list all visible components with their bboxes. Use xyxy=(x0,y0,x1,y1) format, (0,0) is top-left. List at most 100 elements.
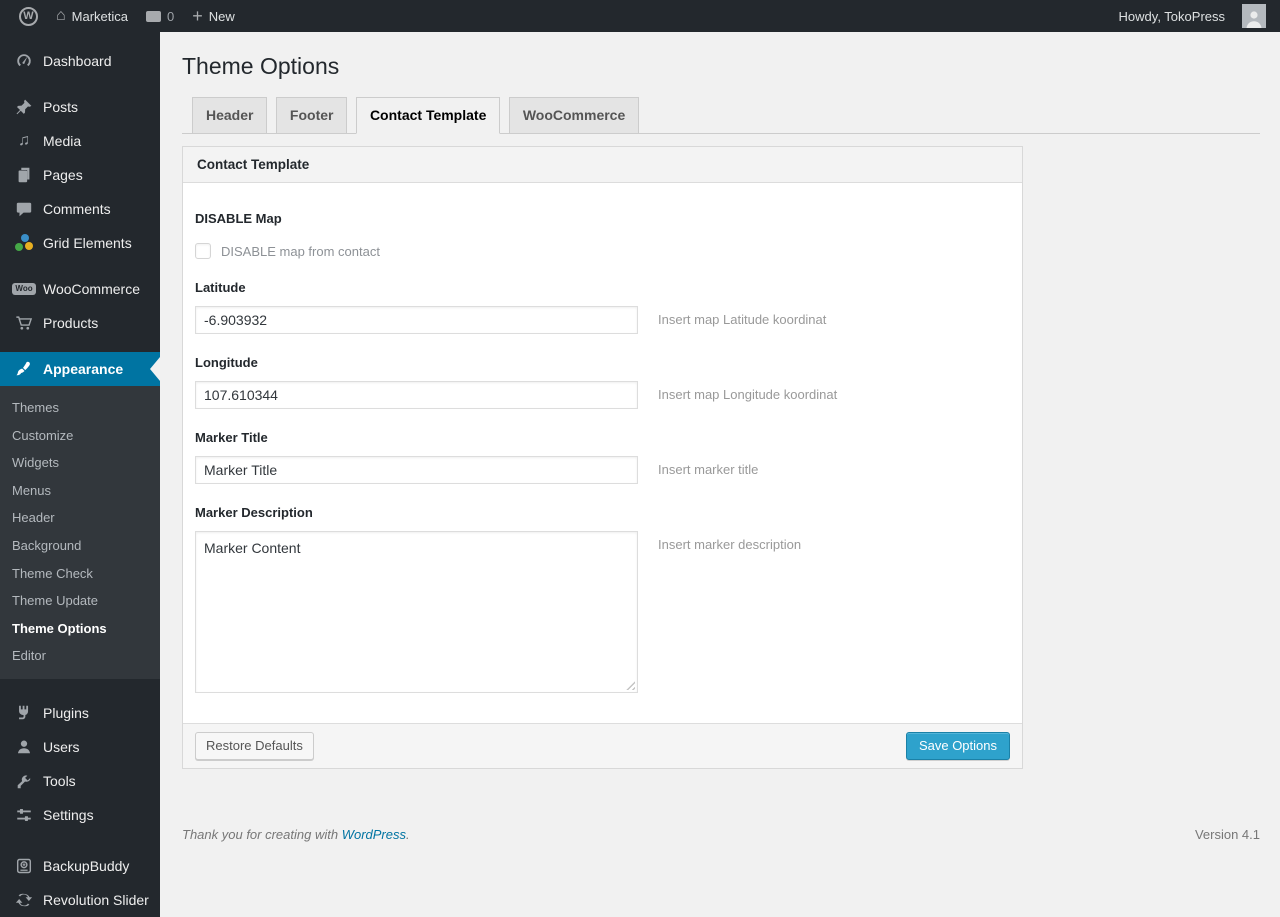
sidebar-item-media[interactable]: ♫ Media xyxy=(0,124,160,158)
field-marker-description: Marker Description Marker Content Insert… xyxy=(195,484,1008,694)
tab-contact-template[interactable]: Contact Template xyxy=(355,96,501,135)
submenu-item-themes[interactable]: Themes xyxy=(0,394,160,422)
gauge-icon xyxy=(14,51,34,71)
footer-version: Version 4.1 xyxy=(1194,827,1260,843)
tab-woocommerce[interactable]: WooCommerce xyxy=(508,96,640,135)
sidebar-item-products[interactable]: Products xyxy=(0,306,160,340)
admin-bar: W ⌂ Marketica 0 + New Howdy, TokoPress xyxy=(0,0,1280,32)
new-label: New xyxy=(208,8,235,24)
sidebar-item-dashboard[interactable]: Dashboard xyxy=(0,44,160,78)
new-content-menu[interactable]: + New xyxy=(183,0,244,32)
pin-icon xyxy=(14,97,34,117)
sidebar-item-grid-elements[interactable]: Grid Elements xyxy=(0,226,160,260)
sidebar-item-label: Grid Elements xyxy=(43,235,132,251)
sidebar-item-label: Settings xyxy=(43,806,94,823)
person-icon xyxy=(1246,11,1262,28)
sidebar-item-plugins[interactable]: Plugins xyxy=(0,696,160,730)
marker-title-hint: Insert marker title xyxy=(658,462,759,478)
field-label-latitude: Latitude xyxy=(195,280,246,296)
submenu-item-theme-update[interactable]: Theme Update xyxy=(0,587,160,615)
field-label-marker-title: Marker Title xyxy=(195,430,268,446)
pages-icon xyxy=(14,165,34,185)
woocommerce-badge-icon: Woo xyxy=(12,279,36,299)
sidebar-item-appearance[interactable]: Appearance xyxy=(0,352,160,386)
submenu-item-theme-options[interactable]: Theme Options xyxy=(0,615,160,643)
wordpress-link[interactable]: WordPress xyxy=(342,827,406,842)
page-title: Theme Options xyxy=(182,53,340,79)
grid-elements-icon xyxy=(14,233,34,253)
submenu-item-menus[interactable]: Menus xyxy=(0,477,160,505)
user-icon xyxy=(14,737,34,757)
sliders-icon xyxy=(14,805,34,825)
wrench-icon xyxy=(14,771,34,791)
submenu-item-editor[interactable]: Editor xyxy=(0,642,160,670)
comment-bubble-icon xyxy=(14,199,34,219)
field-disable-map: DISABLE Map DISABLE map from contact xyxy=(195,195,1008,260)
sidebar-item-label: BackupBuddy xyxy=(43,857,130,874)
comments-menu[interactable]: 0 xyxy=(137,0,183,32)
sidebar-item-woocommerce[interactable]: Woo WooCommerce xyxy=(0,272,160,306)
latitude-input[interactable] xyxy=(195,306,638,335)
latitude-hint: Insert map Latitude koordinat xyxy=(658,312,827,328)
sidebar-item-settings[interactable]: Settings xyxy=(0,798,160,832)
tab-footer[interactable]: Footer xyxy=(275,96,348,135)
site-name-menu[interactable]: ⌂ Marketica xyxy=(47,0,137,32)
sidebar-item-backupbuddy[interactable]: BackupBuddy xyxy=(0,849,160,883)
sidebar-item-users[interactable]: Users xyxy=(0,730,160,764)
site-name-label: Marketica xyxy=(71,8,129,24)
longitude-input[interactable] xyxy=(195,381,638,410)
tab-bar: Header Footer Contact Template WooCommer… xyxy=(182,96,1260,135)
save-options-button[interactable]: Save Options xyxy=(905,732,1010,761)
sidebar-item-label: Comments xyxy=(43,201,111,217)
sidebar-item-comments[interactable]: Comments xyxy=(0,192,160,226)
submenu-item-customize[interactable]: Customize xyxy=(0,422,160,450)
field-label-marker-description: Marker Description xyxy=(195,505,313,521)
marker-description-hint: Insert marker description xyxy=(658,537,802,553)
submenu-item-theme-check[interactable]: Theme Check xyxy=(0,560,160,588)
field-latitude: Latitude Insert map Latitude koordinat xyxy=(195,259,1008,335)
avatar[interactable] xyxy=(1242,4,1266,28)
home-icon: ⌂ xyxy=(56,7,66,24)
marker-title-input[interactable] xyxy=(195,456,638,485)
wordpress-logo-icon: W xyxy=(19,6,38,26)
sidebar-item-label: Appearance xyxy=(43,361,124,377)
music-note-icon: ♫ xyxy=(18,132,30,149)
cart-icon xyxy=(14,313,34,333)
admin-sidebar: Dashboard Posts ♫ Media Pages Comments G… xyxy=(0,32,160,917)
submenu-item-background[interactable]: Background xyxy=(0,532,160,560)
main-content: Theme Options Header Footer Contact Temp… xyxy=(160,0,1280,917)
sidebar-item-pages[interactable]: Pages xyxy=(0,158,160,192)
backup-disk-icon xyxy=(14,856,34,876)
paintbrush-icon xyxy=(14,359,34,379)
sidebar-item-label: Media xyxy=(43,133,82,149)
submenu-item-header[interactable]: Header xyxy=(0,504,160,532)
plus-icon: + xyxy=(192,6,203,26)
disable-map-checkbox[interactable] xyxy=(195,243,211,260)
sidebar-item-tools[interactable]: Tools xyxy=(0,764,160,798)
refresh-arrows-icon xyxy=(14,890,34,910)
panel-action-bar: Restore Defaults Save Options xyxy=(183,723,1022,769)
contact-template-panel: Contact Template DISABLE Map DISABLE map… xyxy=(182,146,1023,770)
panel-title: Contact Template xyxy=(183,147,1022,184)
sidebar-item-label: Revolution Slider xyxy=(43,891,149,908)
sidebar-item-label: Products xyxy=(43,315,99,331)
howdy-account-menu[interactable]: Howdy, TokoPress xyxy=(1110,0,1234,32)
field-marker-title: Marker Title Insert marker title xyxy=(195,409,1008,485)
sidebar-item-label: Plugins xyxy=(43,704,89,721)
sidebar-item-revolution-slider[interactable]: Revolution Slider xyxy=(0,883,160,917)
marker-description-textarea[interactable]: Marker Content xyxy=(195,531,638,694)
footer-thanks: Thank you for creating with WordPress. xyxy=(182,827,410,843)
tab-header[interactable]: Header xyxy=(192,96,268,135)
sidebar-item-label: Pages xyxy=(43,167,83,183)
field-longitude: Longitude Insert map Longitude koordinat xyxy=(195,334,1008,410)
disable-map-checkbox-label: DISABLE map from contact xyxy=(221,243,380,259)
appearance-submenu: Themes Customize Widgets Menus Header Ba… xyxy=(0,386,160,679)
submenu-item-widgets[interactable]: Widgets xyxy=(0,449,160,477)
restore-defaults-button[interactable]: Restore Defaults xyxy=(195,732,314,761)
field-label-longitude: Longitude xyxy=(195,355,258,371)
field-label-disable-map: DISABLE Map xyxy=(195,211,282,227)
wp-logo-menu[interactable]: W xyxy=(10,0,47,32)
comments-count: 0 xyxy=(167,8,175,24)
sidebar-item-posts[interactable]: Posts xyxy=(0,90,160,124)
sidebar-item-label: Users xyxy=(43,738,80,755)
